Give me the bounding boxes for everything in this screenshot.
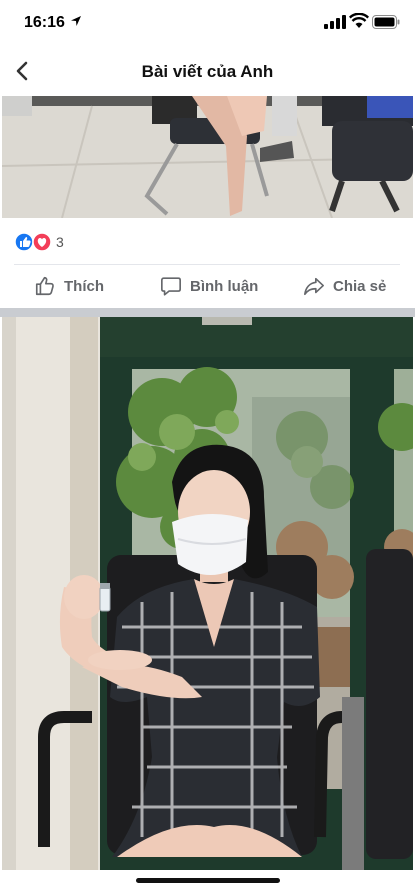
wifi-icon [349, 13, 369, 28]
reaction-count[interactable]: 3 [56, 234, 64, 250]
office-floor-scene [2, 96, 413, 218]
comment-label: Bình luận [190, 277, 259, 295]
post-photo[interactable] [2, 317, 413, 870]
love-reaction-icon [32, 232, 52, 252]
status-time: 16:16 [24, 14, 65, 31]
home-indicator[interactable] [136, 878, 280, 883]
comment-bubble-icon [161, 277, 181, 296]
share-label: Chia sẻ [333, 277, 387, 295]
cell-signal-icon [324, 15, 346, 29]
page-title: Bài viết của Anh [141, 62, 274, 81]
divider [14, 264, 400, 265]
post-separator [0, 308, 415, 317]
like-reaction-icon [14, 232, 34, 252]
share-button[interactable]: Chia sẻ [303, 272, 386, 300]
post-photo-top[interactable] [2, 96, 413, 218]
woman-in-chair-photo [2, 317, 413, 870]
like-label: Thích [64, 277, 104, 295]
reaction-icons[interactable] [14, 232, 54, 252]
thumbs-up-icon [35, 276, 54, 296]
comment-button[interactable]: Bình luận [160, 272, 258, 300]
location-arrow-icon [71, 16, 81, 26]
like-button[interactable]: Thích [34, 272, 104, 300]
battery-icon [372, 15, 400, 29]
share-arrow-icon [304, 277, 324, 296]
